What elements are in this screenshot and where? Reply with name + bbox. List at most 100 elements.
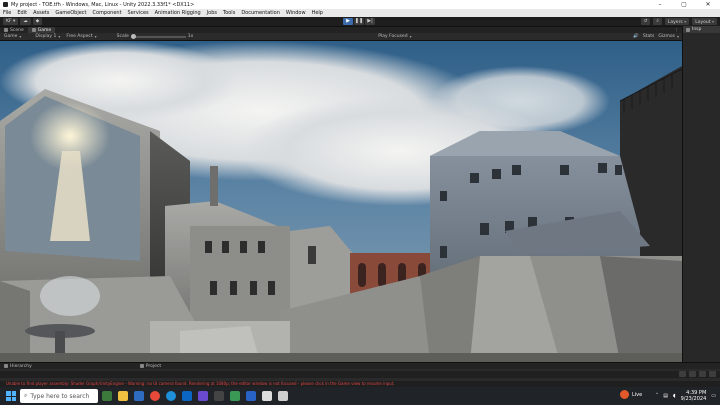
unity-hub-icon[interactable] [262,391,272,401]
game-scene-render [0,41,682,362]
clock[interactable]: 4:39 PM 9/23/2024 [681,390,707,402]
window-title-bar: My project - TOE.tfh - Windows, Mac, Lin… [0,0,720,9]
chevron-down-icon: ▾ [58,34,61,39]
game-view[interactable] [0,41,682,362]
unity-app-icon [3,2,8,7]
weather-widget-icon[interactable] [102,391,112,401]
tab-menu-icon[interactable]: ⋮ [675,28,680,33]
maximize-button[interactable]: ▢ [672,0,696,9]
game-mode-value: Game [4,34,18,39]
toolbar-left-group: KF ▾ ☁ ◆ [3,18,43,25]
taskbar-search-box[interactable]: ⌕ Type here to search [20,389,98,403]
photos-icon[interactable] [214,391,224,401]
menu-help[interactable]: Help [312,10,323,16]
play-focused-dropdown[interactable]: Play Focused ▾ [378,34,411,39]
inspector-icon [686,27,690,32]
taskbar-search-placeholder: Type here to search [30,392,90,400]
aspect-dropdown[interactable]: Free Aspect ▾ [66,34,96,39]
menu-services[interactable]: Services [128,10,149,16]
menu-assets[interactable]: Assets [33,10,49,16]
audio-icon[interactable]: 🔊 [633,34,639,39]
menu-animation-rigging[interactable]: Animation Rigging [155,10,201,16]
chevron-down-icon: ▾ [684,19,687,24]
unity-editor-icon[interactable] [278,391,288,401]
search-icon[interactable]: ⌕ [653,18,662,25]
menu-tools[interactable]: Tools [223,10,235,16]
star-icon[interactable] [689,371,696,377]
history-icon[interactable]: ↺ [640,18,651,25]
chevron-down-icon: ▾ [711,19,714,24]
menu-component[interactable]: Component [93,10,122,16]
folder-icon [139,364,144,368]
scale-slider-knob[interactable] [130,34,136,39]
chevron-down-icon: ▾ [676,34,679,39]
aspect-value: Free Aspect [66,34,93,39]
network-icon[interactable]: ▤ [663,393,668,399]
account-button[interactable]: KF ▾ [3,18,19,25]
filter-icon[interactable] [679,371,686,377]
menu-gameobject[interactable]: GameObject [55,10,86,16]
collab-icon[interactable]: ◆ [32,18,43,25]
layers-label: Layers [667,20,683,25]
edge-icon[interactable] [166,391,176,401]
tab-inspector-label: Insp [692,27,702,32]
play-button[interactable]: ▶ [343,18,353,25]
scene-icon [4,28,8,32]
lock-icon[interactable] [709,371,716,377]
chrome-icon[interactable] [150,391,160,401]
layout-label: Layout [695,20,711,25]
tag-icon[interactable] [699,371,706,377]
menu-window[interactable]: Window [286,10,306,16]
display-value: Display 1 [35,34,57,39]
windows-taskbar: ⌕ Type here to search Live ˄ ▤ ◖ 4:39 PM… [0,387,720,405]
system-tray: ˄ ▤ ◖ 4:39 PM 9/23/2024 ▭ [656,388,716,404]
game-mode-dropdown[interactable]: Game ▾ [4,34,21,39]
menu-edit[interactable]: Edit [17,10,27,16]
xbox-icon[interactable] [230,391,240,401]
outlook-icon[interactable] [182,391,192,401]
word-icon[interactable] [246,391,256,401]
bottom-panel [0,369,720,381]
scale-value: 1x [187,34,194,39]
scale-control: Scale 1x [116,34,194,39]
windows-start-icon[interactable] [6,391,16,401]
play-focused-value: Play Focused [378,34,408,39]
live-badge[interactable]: Live [620,390,642,399]
display-dropdown[interactable]: Display 1 ▾ [35,34,60,39]
step-button[interactable]: ▶| [365,18,375,25]
layout-dropdown[interactable]: Layout ▾ [692,18,717,25]
scale-label: Scale [116,34,129,39]
bottom-panel-icons [679,371,716,377]
hierarchy-icon [4,364,8,368]
notification-icon[interactable]: ▭ [711,393,716,399]
menu-documentation[interactable]: Documentation [241,10,280,16]
layers-dropdown[interactable]: Layers ▾ [664,18,690,25]
chevron-down-icon: ▾ [409,34,412,39]
search-icon: ⌕ [24,392,28,399]
stats-label: Stats [642,34,655,39]
stats-toggle[interactable]: Stats [643,34,655,39]
window-title: My project - TOE.tfh - Windows, Mac, Lin… [11,1,195,8]
close-button[interactable]: ✕ [696,0,720,9]
game-controller-icon [31,28,36,32]
file-explorer-icon[interactable] [118,391,128,401]
bottom-panel-toolbar [0,371,720,378]
view-tab-strip: Scene Game ⋮ [0,26,682,34]
store-icon[interactable] [134,391,144,401]
pause-button[interactable]: ❚❚ [354,18,364,25]
menu-file[interactable]: File [3,10,11,16]
minimize-button[interactable]: – [648,0,672,9]
live-dot-icon [620,390,629,399]
teams-icon[interactable] [198,391,208,401]
play-controls: ▶ ❚❚ ▶| [343,18,375,25]
game-view-controls: Game ▾ Display 1 ▾ Free Aspect ▾ Scale 1x P… [0,33,682,41]
tab-inspector[interactable]: Insp [683,26,720,33]
cloud-icon[interactable]: ☁ [20,18,31,25]
live-label: Live [632,391,643,398]
scale-slider[interactable] [130,34,186,39]
chevron-up-icon[interactable]: ˄ [656,393,659,399]
gizmos-dropdown[interactable]: Gizmos ▾ [658,34,679,39]
volume-icon[interactable]: ◖ [673,393,676,399]
menu-jobs[interactable]: Jobs [207,10,217,16]
bottom-tab-strip: Hierarchy Project [0,362,720,369]
